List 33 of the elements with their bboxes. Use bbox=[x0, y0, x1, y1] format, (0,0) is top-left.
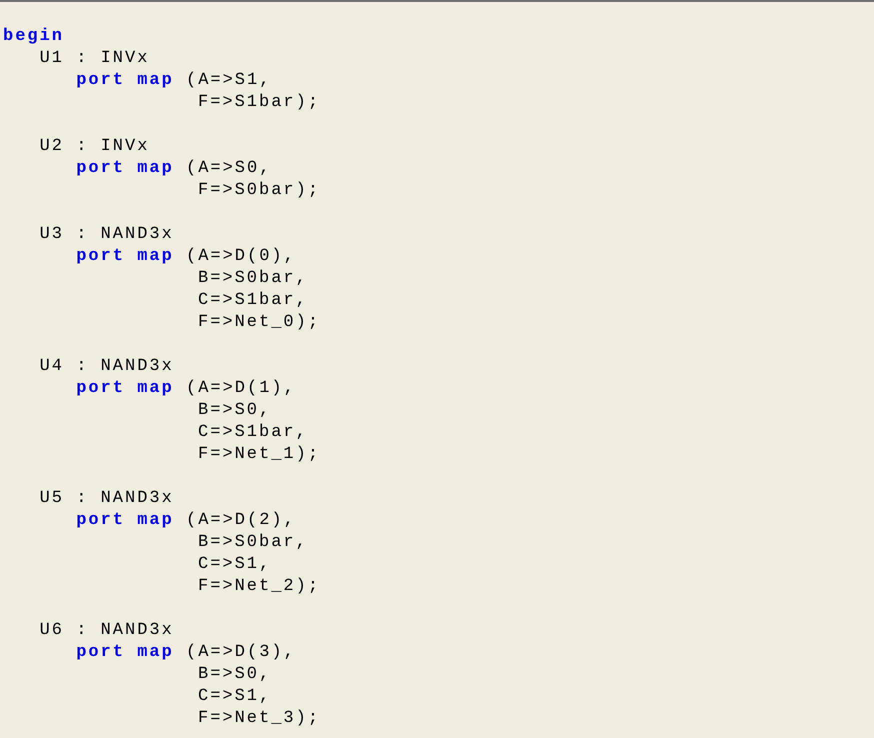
code-text: B=>S0bar, bbox=[198, 268, 308, 290]
keyword-text: port map bbox=[76, 510, 174, 532]
code-text: U3 : NAND3x bbox=[40, 224, 174, 246]
code-text: (A=>S1, bbox=[186, 70, 272, 92]
code-text: U5 : NAND3x bbox=[40, 488, 174, 510]
code-text: C=>S1, bbox=[198, 686, 272, 708]
code-text: U1 : INVx bbox=[40, 48, 150, 70]
code-text: C=>S1, bbox=[198, 554, 272, 576]
code-text: F=>S1bar); bbox=[198, 92, 320, 114]
code-text: F=>Net_3); bbox=[198, 708, 320, 730]
code-text: B=>S0, bbox=[198, 664, 272, 686]
code-text: F=>Net_0); bbox=[198, 312, 320, 334]
keyword-text: port map bbox=[76, 246, 174, 268]
code-text: F=>Net_1); bbox=[198, 444, 320, 466]
keyword-text: port map bbox=[76, 642, 174, 664]
code-text: B=>S0bar, bbox=[198, 532, 308, 554]
keyword-text: port map bbox=[76, 378, 174, 400]
code-text: B=>S0, bbox=[198, 400, 272, 422]
code-text: C=>S1bar, bbox=[198, 422, 308, 444]
code-text: (A=>D(3), bbox=[186, 642, 296, 664]
keyword-text: port map bbox=[76, 158, 174, 180]
keyword-text: port map bbox=[76, 70, 174, 92]
code-text: F=>S0bar); bbox=[198, 180, 320, 202]
code-text: (A=>D(1), bbox=[186, 378, 296, 400]
code-text: (A=>S0, bbox=[186, 158, 272, 180]
code-text: U4 : NAND3x bbox=[40, 356, 174, 378]
code-text: (A=>D(0), bbox=[186, 246, 296, 268]
code-text: U2 : INVx bbox=[40, 136, 150, 158]
code-text: F=>Net_2); bbox=[198, 576, 320, 598]
code-text: C=>S1bar, bbox=[198, 290, 308, 312]
code-text: (A=>D(2), bbox=[186, 510, 296, 532]
code-text: U6 : NAND3x bbox=[40, 620, 174, 642]
keyword-text: begin bbox=[3, 26, 64, 48]
